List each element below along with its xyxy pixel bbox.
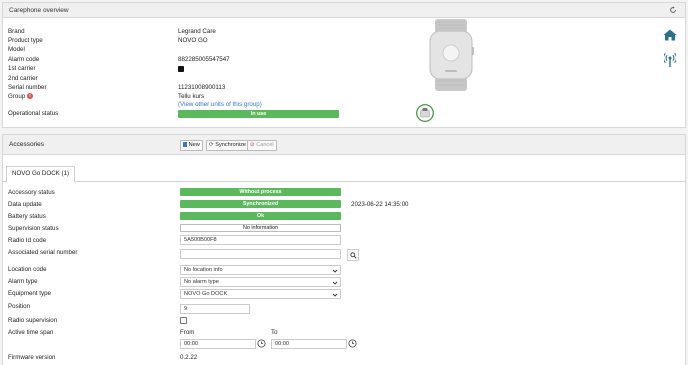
firmware-version-value: 0.2.22: [180, 354, 198, 361]
radio-supervision-label: Radio supervision: [8, 317, 58, 324]
overview-header: Carephone overview: [3, 3, 685, 18]
brand-value: Legrand Care: [178, 28, 216, 35]
new-button[interactable]: New: [180, 140, 203, 151]
new-button-label: New: [188, 142, 200, 148]
firmware-version-label: Firmware version: [8, 354, 56, 361]
search-button[interactable]: [347, 249, 359, 261]
alarm-type-select[interactable]: No alarm type: [180, 277, 341, 287]
new-icon: [183, 142, 187, 147]
data-update-badge: Synchronized: [180, 200, 341, 208]
location-code-label: Location code: [8, 266, 47, 273]
accessories-title: Accessories: [9, 141, 45, 148]
radio-id-input[interactable]: 5A500B00F8: [180, 235, 341, 245]
associated-serial-label: Associated serial number: [8, 249, 78, 256]
clock-icon[interactable]: [348, 339, 357, 348]
device-image: [429, 19, 474, 91]
second-carrier-label: 2nd carrier: [8, 75, 38, 82]
accessories-panel: Accessories New ⟳ Synchronize ⊘ Cancel N…: [2, 134, 686, 365]
location-code-value: No location info: [184, 267, 223, 273]
operational-status-badge: In use: [178, 110, 339, 118]
to-time-input[interactable]: 00:00: [271, 339, 347, 349]
alarm-code-value: 882285005547547: [178, 56, 230, 63]
search-icon: [350, 252, 357, 259]
model-label: Model: [8, 46, 25, 53]
location-code-select[interactable]: No location info: [180, 265, 341, 275]
clock-icon[interactable]: [257, 339, 266, 348]
accessory-status-label: Accessory status: [8, 189, 55, 196]
carrier-logo-icon: [178, 66, 184, 72]
alarm-type-label: Alarm type: [8, 278, 38, 285]
associated-serial-input[interactable]: [180, 249, 341, 259]
position-input[interactable]: 9: [180, 304, 250, 314]
equipment-type-label: Equipment type: [8, 290, 51, 297]
equipment-type-select[interactable]: NOVO Go DOCK: [180, 289, 341, 299]
cancel-button[interactable]: ⊘ Cancel: [247, 140, 277, 151]
sync-icon: ⟳: [209, 142, 214, 148]
active-time-span-label: Active time span: [8, 329, 54, 336]
view-group-units-link[interactable]: (View other units of this group): [178, 101, 262, 108]
radio-id-label: Radio Id code: [8, 237, 47, 244]
serial-number-label: Serial number: [8, 84, 47, 91]
info-icon[interactable]: !: [27, 93, 33, 99]
synchronize-button-label: Synchronize: [215, 142, 247, 148]
chevron-down-icon: [332, 269, 338, 273]
serial-number-value: 11231008900113: [178, 84, 226, 91]
tab-novo-go-dock[interactable]: NOVO Go DOCK (1): [6, 166, 76, 182]
group-value: Tellu kurs: [178, 93, 205, 100]
battery-status-badge: Ok: [180, 212, 341, 220]
data-update-label: Data update: [8, 201, 42, 208]
dock-accessory-image[interactable]: [416, 104, 434, 122]
supervision-status-value: No information: [180, 224, 341, 232]
overview-title: Carephone overview: [9, 7, 69, 14]
accessory-status-badge: Without process: [180, 188, 341, 196]
cancel-button-label: Cancel: [256, 142, 274, 148]
product-type-value: NOVO GO: [178, 37, 208, 44]
antenna-icon[interactable]: [664, 52, 676, 68]
tab-strip-line: [3, 181, 685, 182]
brand-label: Brand: [8, 28, 25, 35]
first-carrier-label: 1st carrier: [8, 65, 36, 72]
group-label: Group: [8, 93, 26, 100]
synchronize-button[interactable]: ⟳ Synchronize: [206, 140, 250, 151]
carephone-overview-panel: Carephone overview Brand Legrand Care Pr…: [2, 2, 686, 128]
equipment-type-value: NOVO Go DOCK: [184, 291, 228, 297]
from-time-input[interactable]: 00:00: [180, 339, 256, 349]
chevron-down-icon: [332, 281, 338, 285]
refresh-icon[interactable]: [669, 6, 677, 14]
data-update-time: 2023-06-22 14:35:00: [351, 201, 409, 208]
product-type-label: Product type: [8, 37, 43, 44]
position-label: Position: [8, 303, 31, 310]
chevron-down-icon: [332, 293, 338, 297]
operational-status-label: Operational status: [8, 110, 59, 117]
home-icon[interactable]: [663, 29, 677, 41]
radio-supervision-checkbox[interactable]: [180, 317, 187, 324]
alarm-type-value: No alarm type: [184, 279, 219, 285]
cancel-icon: ⊘: [250, 142, 255, 148]
battery-status-label: Battery status: [8, 213, 46, 220]
from-label: From: [180, 329, 195, 336]
alarm-code-label: Alarm code: [8, 56, 40, 63]
supervision-status-label: Supervision status: [8, 225, 59, 232]
to-label: To: [271, 329, 278, 336]
accessories-header: Accessories: [3, 135, 685, 155]
